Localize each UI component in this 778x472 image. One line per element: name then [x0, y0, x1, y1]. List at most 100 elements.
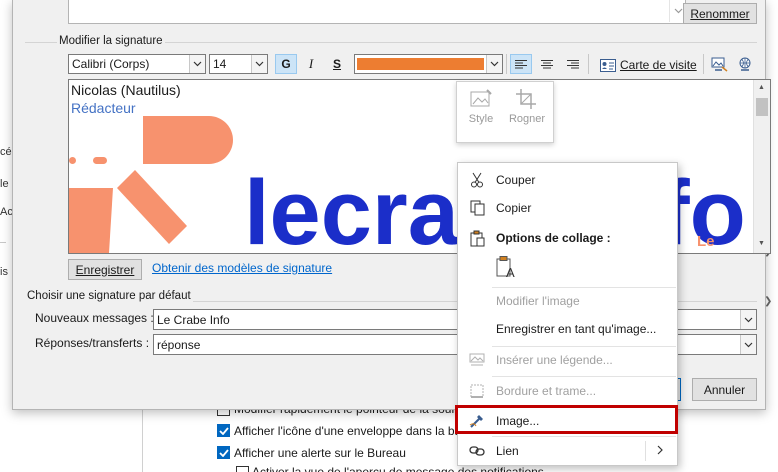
insert-picture-icon	[711, 57, 727, 72]
chevron-down-icon[interactable]	[486, 55, 502, 73]
menu-separator	[492, 436, 676, 437]
menu-item-label: Copier	[496, 201, 532, 215]
checkbox-envelope-icon[interactable]	[217, 424, 230, 437]
logo-shape	[93, 157, 107, 164]
business-card-button[interactable]: Carte de visite	[600, 55, 697, 75]
caption-icon	[467, 350, 487, 370]
clipboard-icon	[467, 228, 487, 248]
logo-shape	[143, 116, 233, 164]
paste-text-only-icon: A	[496, 256, 515, 280]
menu-item-image[interactable]: Image...	[458, 407, 677, 434]
menu-item-link[interactable]: Lien	[458, 438, 677, 464]
menu-item-label: Enregistrer en tant qu'image...	[496, 322, 657, 336]
menu-item-edit-picture[interactable]: Modifier l'image	[458, 288, 677, 314]
align-center-button[interactable]	[536, 54, 558, 74]
font-size-combo[interactable]: 14	[209, 54, 268, 74]
style-button[interactable]: Style	[459, 88, 503, 125]
cancel-button[interactable]: Annuler	[692, 378, 757, 401]
bg-edge-text: Ac	[0, 206, 13, 218]
picture-style-icon	[470, 89, 492, 107]
menu-item-label: Options de collage :	[496, 231, 611, 245]
new-messages-label: Nouveaux messages :	[35, 311, 154, 325]
menu-item-save-as-picture[interactable]: Enregistrer en tant qu'image...	[458, 316, 677, 342]
align-left-button[interactable]	[510, 54, 532, 74]
scissors-icon	[467, 170, 487, 190]
menu-item-copy[interactable]: Copier	[458, 195, 677, 221]
align-right-icon	[567, 59, 579, 68]
bg-divider	[142, 410, 143, 472]
crop-icon	[516, 89, 536, 109]
menu-item-label: Bordure et trame...	[496, 384, 597, 398]
italic-button[interactable]: I	[300, 54, 322, 74]
toolbar-separator	[506, 54, 507, 74]
menu-item-label: Modifier l'image	[496, 294, 580, 308]
menu-item-insert-caption[interactable]: Insérer une légende...	[458, 347, 677, 373]
submenu-divider	[645, 441, 646, 461]
picture-mini-toolbar: Style Rogner	[456, 81, 554, 143]
signature-list[interactable]	[68, 0, 686, 24]
edit-signature-group-label: Modifier la signature	[57, 35, 165, 47]
format-picture-icon	[467, 411, 487, 431]
save-button[interactable]: Enregistrer	[68, 259, 142, 280]
bg-edge-text: le	[0, 178, 9, 190]
chevron-right-icon	[657, 444, 663, 458]
border-icon	[467, 381, 487, 401]
globe-link-icon	[739, 57, 750, 71]
scroll-up-icon[interactable]: ▲	[758, 84, 765, 91]
chevron-down-icon[interactable]	[251, 55, 267, 73]
scrollbar-thumb[interactable]	[756, 98, 768, 116]
replies-label: Réponses/transferts :	[35, 336, 150, 350]
bold-button[interactable]: G	[275, 54, 297, 74]
menu-item-cut[interactable]: Couper	[458, 167, 677, 193]
rename-button[interactable]: Renommer	[683, 3, 757, 24]
default-signature-group-label: Choisir une signature par défaut	[25, 290, 193, 302]
checkbox-desktop-alert[interactable]	[217, 446, 230, 459]
signature-title-line: Rédacteur	[71, 100, 136, 116]
font-color-picker[interactable]	[354, 54, 503, 74]
insert-picture-button[interactable]	[708, 54, 730, 74]
chevron-down-icon[interactable]	[740, 310, 756, 329]
align-left-icon	[515, 59, 527, 68]
menu-separator	[492, 376, 676, 377]
bg-divider	[0, 242, 6, 243]
checkbox-label: Afficher une alerte sur le Bureau	[234, 446, 406, 460]
checkbox-label: Afficher l'icône d'une enveloppe dans la…	[234, 424, 476, 438]
logo-shape	[117, 170, 187, 244]
color-swatch	[357, 58, 484, 70]
chevron-down-icon[interactable]	[189, 55, 205, 73]
toolbar-separator	[588, 54, 589, 74]
menu-item-label: Lien	[496, 444, 519, 458]
insert-link-button[interactable]	[734, 54, 756, 74]
scroll-down-icon[interactable]: ▼	[758, 240, 765, 247]
align-right-button[interactable]	[562, 54, 584, 74]
bg-edge-text: is	[0, 266, 8, 278]
copy-icon	[467, 198, 487, 218]
chevron-down-icon	[674, 8, 682, 14]
align-center-icon	[541, 59, 553, 68]
signature-name-line: Nicolas (Nautilus)	[71, 82, 181, 98]
menu-item-label: Couper	[496, 173, 536, 187]
logo-small-text: Le	[697, 233, 715, 250]
check-icon	[218, 448, 229, 457]
templates-link[interactable]: Obtenir des modèles de signature	[152, 261, 332, 275]
paste-keep-text-button[interactable]: A	[495, 255, 519, 280]
business-card-icon	[600, 58, 616, 72]
chevron-down-icon[interactable]	[740, 335, 756, 354]
editor-scrollbar[interactable]: ▲ ▼	[753, 80, 770, 253]
crop-button[interactable]: Rogner	[505, 88, 549, 125]
link-icon	[467, 441, 487, 461]
underline-button[interactable]: S	[326, 54, 348, 74]
checkbox-label: Activer la vue de l'aperçu de message de…	[252, 465, 544, 472]
menu-item-paste-options: Options de collage :	[458, 225, 677, 251]
bg-edge-text: cé	[0, 146, 12, 158]
menu-item-label: Image...	[496, 413, 540, 428]
menu-item-label: Insérer une légende...	[496, 353, 613, 367]
checkbox-preview[interactable]	[236, 466, 249, 472]
logo-shape	[69, 157, 76, 164]
font-name-combo[interactable]: Calibri (Corps)	[68, 54, 206, 74]
logo-shape	[69, 188, 113, 253]
menu-item-borders-shading[interactable]: Bordure et trame...	[458, 378, 677, 404]
svg-text:A: A	[506, 265, 515, 279]
check-icon	[218, 426, 229, 435]
toolbar-separator	[703, 54, 704, 74]
